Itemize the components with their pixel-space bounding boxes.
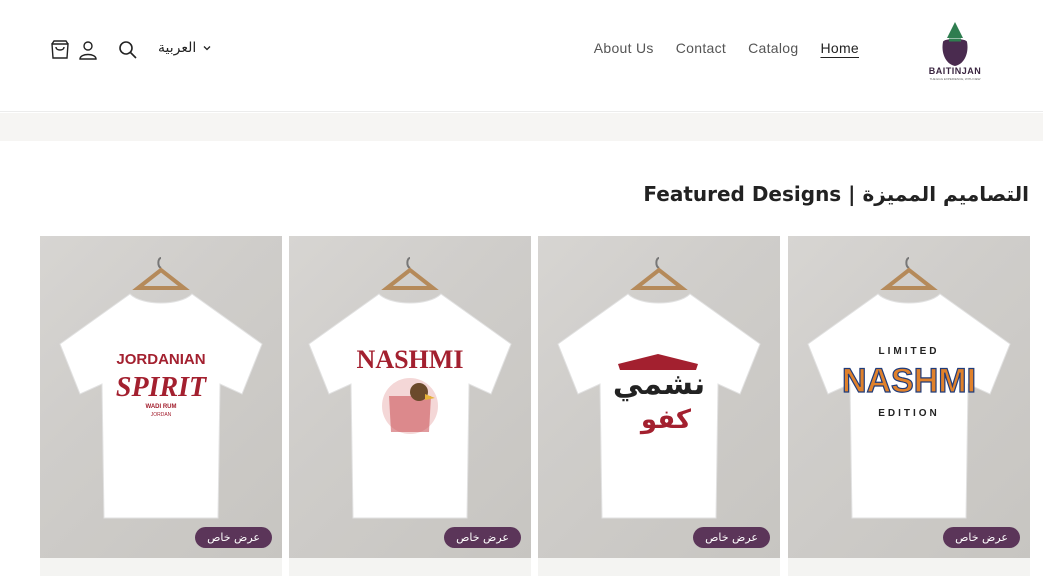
- design-text-1: LIMITED: [879, 346, 940, 357]
- search-icon[interactable]: [116, 38, 140, 62]
- account-icon[interactable]: [76, 38, 100, 62]
- design-text-4: JORDAN: [151, 412, 172, 418]
- cart-icon[interactable]: [48, 38, 72, 62]
- nav-contact[interactable]: Contact: [676, 40, 726, 56]
- sale-badge: عرض خاص: [943, 527, 1020, 548]
- design-text-1: JORDANIAN: [116, 351, 205, 368]
- design-text-2: SPIRIT: [116, 372, 208, 403]
- product-card-2[interactable]: NASHMI عرض خاص: [289, 236, 531, 558]
- tshirt-image: LIMITED NASHMI EDITION: [807, 257, 1011, 519]
- main-nav: About Us Contact Catalog Home: [594, 40, 859, 56]
- announcement-band: [0, 113, 1043, 141]
- chevron-down-icon: [203, 46, 211, 51]
- logo-text: BAITINJAN: [928, 66, 982, 76]
- language-label: العربية: [158, 40, 197, 56]
- site-header: العربية About Us Contact Catalog Home BA…: [0, 0, 1043, 112]
- logo-tagline: THE EGG EXPERIENCE, WITH NEW: [929, 77, 981, 81]
- sale-badge: عرض خاص: [195, 527, 272, 548]
- nav-catalog[interactable]: Catalog: [748, 40, 798, 56]
- design-text-1: NASHMI: [357, 345, 464, 374]
- card-footer: [788, 558, 1030, 576]
- nav-about-us[interactable]: About Us: [594, 40, 654, 56]
- design-text-3: EDITION: [878, 408, 940, 419]
- card-footer: [40, 558, 282, 576]
- nav-home[interactable]: Home: [820, 40, 859, 56]
- tshirt-image: نشمي كفو: [557, 257, 761, 519]
- tshirt-image: JORDANIAN SPIRIT WADI RUM JORDAN: [59, 257, 263, 519]
- featured-title: Featured Designs | التصاميم المميزة: [643, 182, 1029, 206]
- product-card-1[interactable]: JORDANIAN SPIRIT WADI RUM JORDAN عرض خاص: [40, 236, 282, 558]
- design-text-3: WADI RUM: [146, 404, 177, 410]
- card-footer: [289, 558, 531, 576]
- sale-badge: عرض خاص: [693, 527, 770, 548]
- card-footer: [538, 558, 780, 576]
- design-text-2: كفو: [639, 405, 692, 435]
- product-card-4[interactable]: LIMITED NASHMI EDITION عرض خاص: [788, 236, 1030, 558]
- language-selector[interactable]: العربية: [158, 40, 212, 56]
- sale-badge: عرض خاص: [444, 527, 521, 548]
- tshirt-image: NASHMI: [308, 257, 512, 519]
- design-text-2: NASHMI: [842, 362, 976, 400]
- design-text-1: نشمي: [613, 367, 705, 402]
- product-card-3[interactable]: نشمي كفو عرض خاص: [538, 236, 780, 558]
